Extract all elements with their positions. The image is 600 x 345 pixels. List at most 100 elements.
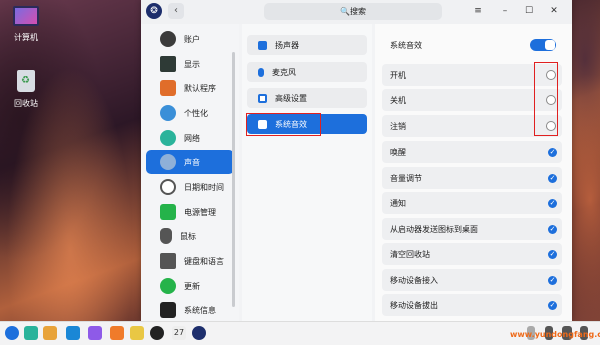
control-center-taskbar-icon[interactable] — [192, 326, 206, 340]
trash-icon — [17, 70, 35, 92]
sidebar-item-power[interactable]: 电源管理 — [146, 200, 234, 224]
video-icon[interactable] — [150, 326, 164, 340]
sidebar-item-keyboard[interactable]: 键盘和语言 — [146, 249, 234, 273]
highlight-box-subpanel — [246, 113, 321, 136]
sidebar-item-label: 日期和时间 — [184, 182, 224, 192]
file-manager-icon[interactable] — [24, 326, 38, 340]
system-info-icon — [160, 302, 176, 318]
sidebar-item-mouse[interactable]: 鼠标 — [146, 224, 234, 248]
system-sound-title: 系统音效 — [390, 40, 422, 50]
update-icon — [160, 278, 176, 294]
system-sound-toggle[interactable] — [530, 39, 556, 51]
check-icon[interactable]: ✓ — [548, 173, 557, 183]
check-icon[interactable]: ✓ — [548, 198, 557, 208]
clock-icon — [160, 179, 176, 195]
check-icon[interactable]: ✓ — [548, 224, 557, 234]
microphone-icon — [258, 67, 264, 77]
desktop-icon-trash[interactable]: 回收站 — [4, 70, 48, 109]
sound-row-send-icon[interactable]: 从启动器发送图标到桌面 ✓ — [382, 218, 562, 240]
sidebar-item-label: 账户 — [184, 34, 200, 44]
sidebar-item-network[interactable]: 网络 — [146, 126, 234, 150]
sidebar-item-default-apps[interactable]: 默认程序 — [146, 76, 234, 100]
row-label: 移动设备接入 — [390, 275, 438, 285]
computer-icon — [13, 6, 39, 26]
subpanel-item-label: 麦克风 — [272, 67, 296, 77]
browser-icon[interactable] — [88, 326, 102, 340]
sound-row-wakeup[interactable]: 唤醒 ✓ — [382, 141, 562, 163]
sidebar-item-display[interactable]: 显示 — [146, 52, 234, 76]
row-label: 从启动器发送图标到桌面 — [390, 224, 478, 234]
menu-button[interactable]: ≡ — [471, 4, 485, 18]
row-label: 注销 — [390, 121, 406, 131]
sidebar-item-label: 默认程序 — [184, 83, 216, 93]
keyboard-icon — [160, 253, 176, 269]
sidebar-item-label: 网络 — [184, 133, 200, 143]
back-button[interactable]: ‹ — [168, 3, 184, 19]
sidebar-item-date-time[interactable]: 日期和时间 — [146, 175, 234, 199]
sound-row-device-in[interactable]: 移动设备接入 ✓ — [382, 269, 562, 291]
sound-row-volume[interactable]: 音量调节 ✓ — [382, 167, 562, 189]
sidebar-item-label: 鼠标 — [180, 231, 196, 241]
personalization-icon — [160, 105, 176, 121]
minimize-button[interactable]: – — [498, 4, 512, 18]
power-icon — [160, 204, 176, 220]
row-label: 开机 — [390, 70, 406, 80]
watermark-text: www.yundongfang.com — [510, 330, 600, 339]
sidebar-scrollbar[interactable] — [232, 52, 235, 307]
subpanel-item-microphone[interactable]: 麦克风 — [247, 62, 367, 82]
row-label: 关机 — [390, 95, 406, 105]
sidebar: 账户 显示 默认程序 个性化 网络 声音 日期和时间 电源管理 鼠标 键盘和语言… — [141, 24, 239, 321]
system-sound-header: 系统音效 — [382, 34, 562, 56]
sidebar-item-label: 声音 — [184, 157, 200, 167]
control-center-window: ❂ ‹ 🔍搜索 ≡ – ☐ ✕ 账户 显示 默认程序 个性化 网络 声音 日期和… — [141, 0, 572, 321]
subpanel-item-speaker[interactable]: 扬声器 — [247, 35, 367, 55]
check-icon[interactable]: ✓ — [548, 275, 557, 285]
row-label: 唤醒 — [390, 147, 406, 157]
notes-icon[interactable] — [130, 326, 144, 340]
sidebar-item-label: 显示 — [184, 59, 200, 69]
sidebar-item-label: 系统信息 — [184, 305, 216, 315]
launcher-icon[interactable] — [5, 326, 19, 340]
sound-row-empty-trash[interactable]: 清空回收站 ✓ — [382, 243, 562, 265]
account-icon — [160, 31, 176, 47]
display-icon — [160, 56, 176, 72]
sound-row-device-out[interactable]: 移动设备拔出 ✓ — [382, 294, 562, 316]
sidebar-item-label: 个性化 — [184, 108, 208, 118]
subpanel-item-label: 扬声器 — [275, 40, 299, 50]
sound-row-notification[interactable]: 通知 ✓ — [382, 192, 562, 214]
search-input[interactable]: 🔍搜索 — [264, 3, 442, 20]
sidebar-item-system-info[interactable]: 系统信息 — [146, 298, 234, 322]
check-icon[interactable]: ✓ — [548, 249, 557, 259]
default-apps-icon — [160, 80, 176, 96]
desktop-icon-label: 回收站 — [14, 99, 38, 108]
app-logo-icon: ❂ — [146, 3, 162, 19]
desktop-icon-computer[interactable]: 计算机 — [4, 6, 48, 43]
row-label: 音量调节 — [390, 173, 422, 183]
calendar-icon[interactable]: 27 — [172, 326, 186, 340]
sidebar-item-personalization[interactable]: 个性化 — [146, 101, 234, 125]
sidebar-item-label: 电源管理 — [184, 207, 216, 217]
row-label: 通知 — [390, 198, 406, 208]
sidebar-item-label: 更新 — [184, 281, 200, 291]
check-icon[interactable]: ✓ — [548, 300, 557, 310]
sidebar-item-sound[interactable]: 声音 — [146, 150, 234, 174]
highlight-box-radios — [534, 62, 558, 136]
row-label: 清空回收站 — [390, 249, 430, 259]
check-icon[interactable]: ✓ — [548, 147, 557, 157]
sidebar-item-update[interactable]: 更新 — [146, 274, 234, 298]
subpanel-item-advanced[interactable]: 高级设置 — [247, 88, 367, 108]
speaker-icon — [258, 40, 267, 50]
mouse-icon — [160, 228, 172, 244]
folder-icon[interactable] — [43, 326, 57, 340]
music-icon[interactable] — [110, 326, 124, 340]
title-bar: ❂ ‹ 🔍搜索 ≡ – ☐ ✕ — [141, 0, 572, 24]
close-button[interactable]: ✕ — [547, 4, 561, 18]
app-store-icon[interactable] — [66, 326, 80, 340]
sidebar-item-account[interactable]: 账户 — [146, 27, 234, 51]
sound-subpanel: 扬声器 麦克风 高级设置 系统音效 — [242, 24, 372, 321]
row-label: 移动设备拔出 — [390, 300, 438, 310]
desktop-icon-label: 计算机 — [14, 33, 38, 42]
sidebar-item-label: 键盘和语言 — [184, 256, 224, 266]
maximize-button[interactable]: ☐ — [522, 4, 536, 18]
network-icon — [160, 130, 176, 146]
